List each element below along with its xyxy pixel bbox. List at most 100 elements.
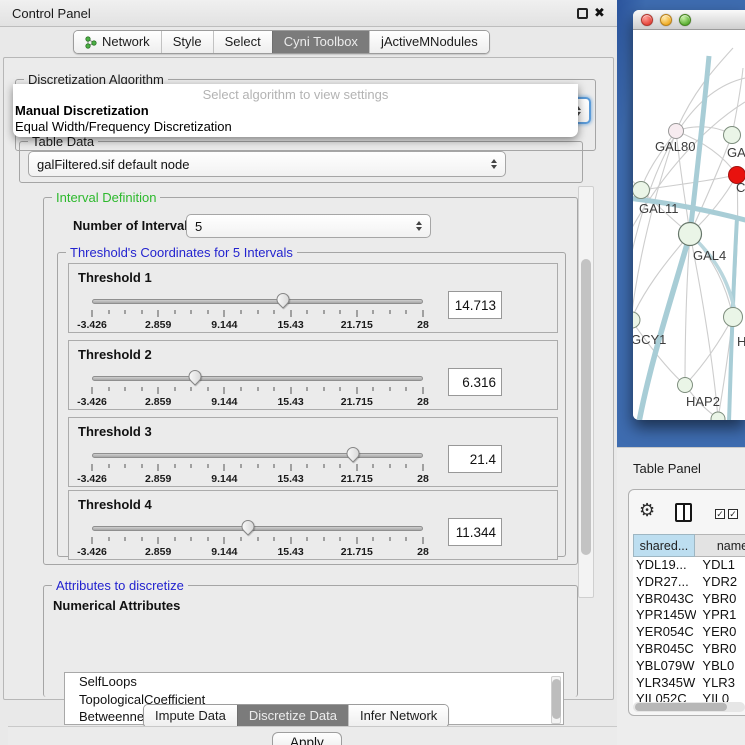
cell-shared-name[interactable]: YLR345W — [633, 675, 696, 692]
algorithm-dropdown-popup: Select algorithm to view settings Manual… — [13, 84, 578, 137]
threshold-value-field[interactable]: 11.344 — [448, 518, 502, 546]
button-bar: Apply — [8, 726, 617, 745]
tab-infer-network[interactable]: Infer Network — [348, 705, 448, 727]
node-gal11[interactable] — [633, 182, 650, 199]
table-row[interactable]: YPR145WYPR1 — [633, 607, 745, 624]
horizontal-scrollbar[interactable] — [633, 702, 745, 712]
tab-discretize-data[interactable]: Discretize Data — [237, 705, 348, 727]
threshold-slider[interactable]: -3.4262.8599.14415.4321.71528 — [92, 294, 423, 332]
network-view-window[interactable]: GAL80 GA C GAL11 GAL4 GCY1 H HAP2 — [633, 10, 745, 420]
tab-cyni-toolbox[interactable]: Cyni Toolbox — [272, 31, 369, 53]
cell-shared-name[interactable]: YER054C — [633, 624, 696, 641]
tab-select[interactable]: Select — [213, 31, 272, 53]
column-header-shared[interactable]: shared... — [633, 534, 695, 557]
cell-name[interactable]: YBL0 — [696, 658, 745, 675]
node-top-right[interactable] — [724, 127, 741, 144]
node-table[interactable]: shared... name YDL19...YDL1YDR27...YDR2Y… — [633, 534, 745, 708]
cell-shared-name[interactable]: YBL079W — [633, 658, 696, 675]
tab-jactivemnodules[interactable]: jActiveMNodules — [369, 31, 489, 53]
table-row[interactable]: YLR345WYLR3 — [633, 675, 745, 692]
tab-impute-data[interactable]: Impute Data — [144, 705, 237, 727]
tab-network[interactable]: Network — [74, 31, 161, 53]
table-row[interactable]: YDL19...YDL1 — [633, 557, 745, 574]
slider-track[interactable] — [92, 299, 423, 304]
checkbox-icon[interactable]: ✓ — [715, 509, 725, 519]
tab-style[interactable]: Style — [161, 31, 213, 53]
node-bottom[interactable] — [711, 412, 725, 420]
node-gal4[interactable] — [679, 223, 702, 246]
tick-mark — [141, 387, 142, 391]
table-data-combobox[interactable]: galFiltered.sif default node — [28, 151, 506, 177]
gear-icon[interactable]: ⚙ — [639, 501, 655, 519]
column-header-name[interactable]: name — [695, 534, 745, 557]
checkbox-icon[interactable]: ✓ — [728, 509, 738, 519]
cell-name[interactable]: YDL1 — [696, 557, 745, 574]
attribute-list-item[interactable]: SelfLoops — [65, 673, 563, 691]
window-minimize-icon[interactable] — [660, 14, 672, 26]
tick-mark — [323, 464, 324, 468]
cell-name[interactable]: YPR1 — [696, 607, 745, 624]
cell-name[interactable]: YLR3 — [696, 675, 745, 692]
top-tab-bar: Network Style Select Cyni Toolbox jActiv… — [73, 30, 490, 54]
cell-shared-name[interactable]: YDR27... — [633, 574, 696, 591]
cell-shared-name[interactable]: YBR043C — [633, 591, 696, 608]
tick-mark — [191, 310, 192, 314]
slider-track[interactable] — [92, 376, 423, 381]
apply-button[interactable]: Apply — [272, 732, 342, 745]
scrollbar-thumb[interactable] — [552, 679, 561, 719]
close-icon[interactable]: ✖ — [594, 5, 605, 21]
slider-track[interactable] — [92, 526, 423, 531]
cell-name[interactable]: YBR0 — [696, 591, 745, 608]
scrollbar-thumb[interactable] — [581, 259, 591, 555]
tick-mark — [340, 464, 341, 468]
window-close-icon[interactable] — [641, 14, 653, 26]
tick-mark — [389, 310, 390, 314]
slider-thumb[interactable] — [344, 444, 362, 462]
table-row[interactable]: YBL079WYBL0 — [633, 658, 745, 675]
vertical-scrollbar[interactable] — [578, 186, 594, 598]
split-columns-icon[interactable] — [675, 503, 692, 522]
tick-mark — [373, 537, 374, 541]
slider-thumb[interactable] — [238, 517, 256, 535]
threshold-value-field[interactable]: 14.713 — [448, 291, 502, 319]
float-window-icon[interactable] — [577, 8, 588, 19]
scale-label: 9.144 — [211, 546, 237, 558]
tick-mark — [224, 387, 225, 394]
number-of-intervals-combobox[interactable]: 5 — [186, 214, 431, 238]
network-canvas[interactable]: GAL80 GA C GAL11 GAL4 GCY1 H HAP2 — [633, 30, 745, 420]
panel-title: Control Panel — [12, 6, 91, 21]
node-gal80[interactable] — [669, 124, 684, 139]
threshold-slider[interactable]: -3.4262.8599.14415.4321.71528 — [92, 371, 423, 409]
table-row[interactable]: YBR045CYBR0 — [633, 641, 745, 658]
cell-shared-name[interactable]: YBR045C — [633, 641, 696, 658]
cell-name[interactable]: YDR2 — [696, 574, 745, 591]
node-gcy1[interactable] — [633, 312, 640, 328]
node-hap2[interactable] — [678, 378, 693, 393]
table-row[interactable]: YBR043CYBR0 — [633, 591, 745, 608]
tick-mark — [290, 537, 291, 544]
slider-thumb[interactable] — [274, 290, 292, 308]
list-scrollbar[interactable] — [551, 676, 561, 724]
threshold-value-field[interactable]: 6.316 — [448, 368, 502, 396]
cell-shared-name[interactable]: YPR145W — [633, 607, 696, 624]
combobox-value: galFiltered.sif default node — [37, 157, 485, 172]
threshold-slider[interactable]: -3.4262.8599.14415.4321.71528 — [92, 521, 423, 559]
slider-thumb[interactable] — [185, 367, 203, 385]
cell-name[interactable]: YBR0 — [696, 641, 745, 658]
table-row[interactable]: YER054CYER0 — [633, 624, 745, 641]
slider-ticks — [92, 310, 423, 318]
threshold-value-field[interactable]: 21.4 — [448, 445, 502, 473]
slider-track[interactable] — [92, 453, 423, 458]
cell-name[interactable]: YER0 — [696, 624, 745, 641]
scrollbar-thumb[interactable] — [635, 703, 727, 711]
node-h[interactable] — [724, 308, 743, 327]
dropdown-option-equal-width-frequency[interactable]: Equal Width/Frequency Discretization — [13, 119, 578, 135]
table-row[interactable]: YDR27...YDR2 — [633, 574, 745, 591]
dropdown-option-manual-discretization[interactable]: Manual Discretization — [13, 103, 578, 119]
network-window-titlebar[interactable] — [633, 10, 745, 30]
scale-label: 21.715 — [341, 319, 373, 331]
cell-shared-name[interactable]: YDL19... — [633, 557, 696, 574]
tick-mark — [356, 310, 357, 317]
threshold-slider[interactable]: -3.4262.8599.14415.4321.71528 — [92, 448, 423, 486]
window-zoom-icon[interactable] — [679, 14, 691, 26]
